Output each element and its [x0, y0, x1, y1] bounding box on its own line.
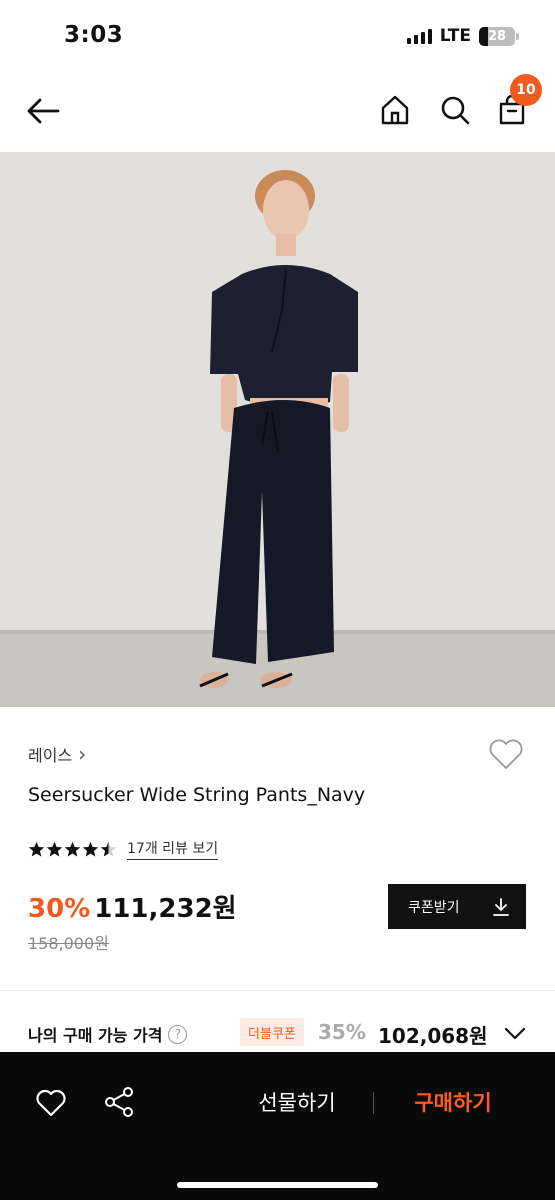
brand-name: 레이스 [28, 746, 73, 765]
wishlist-button[interactable] [487, 735, 525, 773]
my-price-row[interactable]: 나의 구매 가능 가격 ? 더블쿠폰 35% 102,068원 [0, 1014, 555, 1054]
product-photo [0, 152, 555, 707]
home-indicator [177, 1182, 378, 1188]
gift-button[interactable]: 선물하기 [240, 1082, 354, 1122]
download-icon [493, 897, 509, 916]
status-indicators: LTE 28 [406, 26, 519, 46]
bottom-action-bar: 선물하기 구매하기 [0, 1052, 555, 1200]
rating-row: 17개 리뷰 보기 [28, 838, 219, 860]
discount-rate: 30% [28, 894, 91, 924]
share-button[interactable] [102, 1084, 138, 1120]
product-title: Seersucker Wide String Pants_Navy [28, 784, 366, 806]
star-icon [82, 841, 99, 857]
cart-count-badge: 10 [510, 74, 542, 106]
bottom-wishlist-button[interactable] [34, 1086, 68, 1120]
brand-link[interactable]: 레이스 › [28, 742, 86, 766]
star-icon [64, 841, 81, 857]
sale-price: 111,232원 [94, 894, 237, 924]
brand-chevron-icon: › [78, 742, 87, 766]
home-button[interactable] [375, 90, 415, 130]
battery-level: 28 [487, 28, 507, 44]
my-price-label-text: 나의 구매 가능 가격 [28, 1026, 163, 1045]
share-icon [105, 1087, 133, 1117]
bottom-bar-separator [373, 1092, 374, 1114]
status-bar: 3:03 LTE 28 [0, 0, 555, 72]
heart-icon [489, 739, 523, 769]
coupon-button-label: 쿠폰받기 [408, 899, 460, 916]
coupon-download-button[interactable]: 쿠폰받기 [388, 884, 526, 929]
search-icon [441, 96, 470, 125]
signal-icon [406, 28, 432, 44]
double-coupon-badge: 더블쿠폰 [240, 1018, 304, 1046]
app-header [0, 72, 555, 150]
search-button[interactable] [435, 90, 475, 130]
product-image[interactable] [0, 152, 555, 707]
section-divider [0, 990, 555, 991]
review-link[interactable]: 17개 리뷰 보기 [127, 838, 219, 860]
chevron-down-icon[interactable] [502, 1020, 528, 1046]
back-button[interactable] [22, 90, 64, 132]
back-arrow-icon [27, 98, 60, 124]
coupon-discount-rate: 35% [318, 1020, 366, 1044]
home-icon [381, 95, 409, 125]
star-icon [100, 841, 117, 857]
battery-icon: 28 [479, 26, 519, 46]
star-icon [28, 841, 45, 857]
heart-icon [36, 1089, 66, 1117]
my-price-label: 나의 구매 가능 가격 ? [28, 1022, 188, 1046]
original-price: 158,000원 [28, 934, 109, 953]
coupon-price: 102,068원 [378, 1024, 488, 1048]
status-time: 3:03 [64, 22, 124, 48]
help-icon[interactable]: ? [168, 1024, 188, 1044]
rating-stars [28, 841, 117, 858]
star-icon [46, 841, 63, 857]
price-row: 30% 111,232원 [28, 888, 237, 925]
network-label: LTE [439, 26, 471, 46]
buy-button[interactable]: 구매하기 [395, 1082, 511, 1122]
